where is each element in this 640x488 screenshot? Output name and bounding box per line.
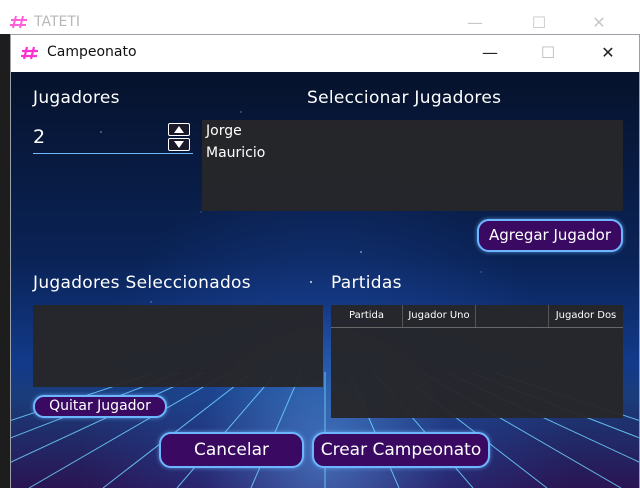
column-header-jugador-uno[interactable]: Jugador Uno: [403, 305, 476, 327]
hash-logo-icon: [10, 14, 28, 33]
selected-players-list[interactable]: [33, 305, 323, 387]
parent-window-title: TATETI: [34, 14, 81, 30]
campeonato-dialog: Campeonato — ☐ ✕ Jugadores 2 Seleccionar…: [10, 34, 640, 488]
matches-table-header: Partida Jugador Uno Jugador Dos: [331, 305, 623, 328]
column-header-blank[interactable]: [476, 305, 549, 327]
maximize-button[interactable]: ☐: [519, 35, 577, 71]
dialog-content: Jugadores 2 Seleccionar Jugadores Jorge …: [11, 72, 639, 488]
column-header-partida[interactable]: Partida: [331, 305, 403, 327]
players-count-label: Jugadores: [33, 88, 120, 108]
spin-up-button[interactable]: [168, 123, 190, 136]
list-item[interactable]: Mauricio: [202, 142, 623, 164]
chevron-down-icon: [174, 141, 184, 148]
matches-label: Partidas: [331, 273, 402, 293]
selected-players-label: Jugadores Seleccionados: [33, 273, 251, 293]
hash-logo-icon: [21, 45, 39, 64]
add-player-button[interactable]: Agregar Jugador: [477, 219, 623, 252]
cancel-button[interactable]: Cancelar: [159, 432, 304, 468]
close-button[interactable]: ✕: [579, 35, 637, 71]
parent-content-edge: [0, 34, 10, 488]
select-players-label: Seleccionar Jugadores: [307, 88, 502, 108]
create-championship-button[interactable]: Crear Campeonato: [312, 432, 490, 468]
chevron-up-icon: [174, 126, 184, 133]
available-players-list[interactable]: Jorge Mauricio: [202, 120, 623, 211]
list-item[interactable]: Jorge: [202, 120, 623, 142]
spin-down-button[interactable]: [168, 138, 190, 151]
dialog-titlebar[interactable]: Campeonato — ☐ ✕: [11, 35, 639, 71]
minimize-button[interactable]: —: [461, 35, 519, 71]
dialog-title: Campeonato: [47, 44, 137, 60]
matches-table[interactable]: Partida Jugador Uno Jugador Dos: [331, 305, 623, 418]
remove-player-button[interactable]: Quitar Jugador: [33, 395, 167, 418]
column-header-jugador-dos[interactable]: Jugador Dos: [549, 305, 623, 327]
